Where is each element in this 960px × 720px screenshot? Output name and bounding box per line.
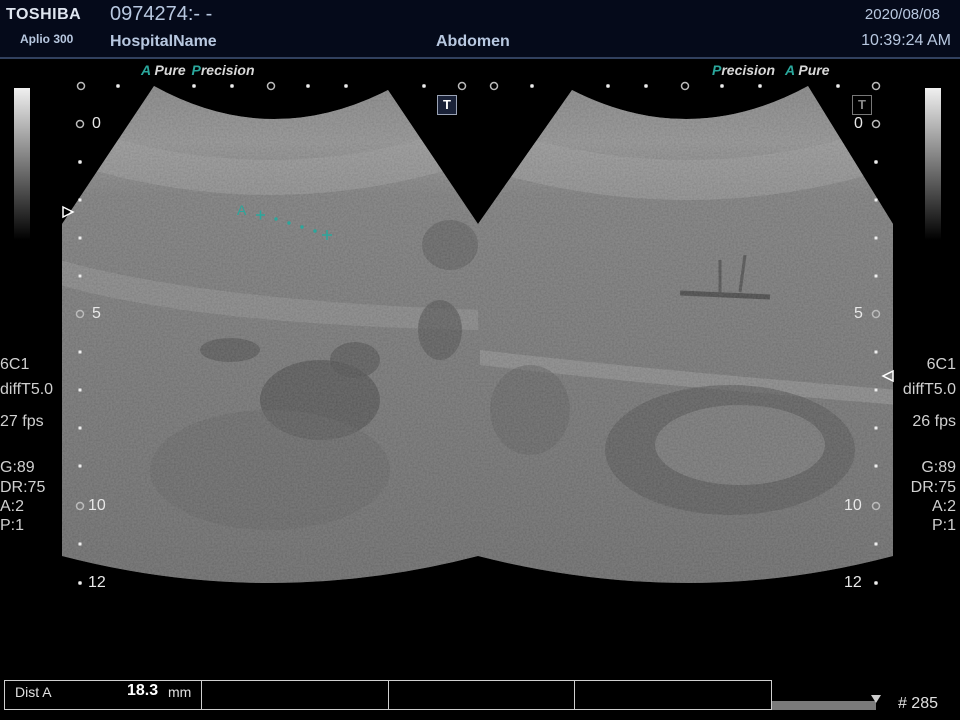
preset-left: diffT5.0	[0, 381, 54, 398]
measurement-table: Dist A 18.3 mm	[4, 680, 772, 710]
cine-position-marker[interactable]	[871, 695, 881, 703]
probe-left: 6C1	[0, 356, 30, 373]
badge-a-letter: A	[141, 62, 151, 78]
a-param-left: A:2	[0, 498, 25, 515]
cine-scrollbar[interactable]	[772, 701, 876, 710]
measurement-cell-empty[interactable]	[575, 681, 771, 709]
pure-precision-badge-left: A Pure Precision	[141, 62, 255, 78]
pure-precision-badge-right: Precision A Pure	[712, 62, 830, 78]
frame-rate-left: 27 fps	[0, 413, 44, 430]
depth-label-12-left: 12	[88, 574, 106, 591]
measurement-cell-dist-a[interactable]: Dist A 18.3 mm	[5, 681, 202, 709]
depth-label-5-left: 5	[92, 305, 101, 322]
badge-pure-text: Pure	[798, 62, 830, 78]
p-param-left: P:1	[0, 517, 25, 534]
ultrasound-image-area	[62, 81, 894, 585]
badge-pure-text: Pure	[154, 62, 186, 78]
inactive-image-t-icon[interactable]: T	[852, 95, 872, 115]
measurement-label: Dist A	[15, 684, 52, 700]
gain-left: G:89	[0, 459, 35, 476]
probe-right: 6C1	[926, 356, 956, 373]
measurement-unit: mm	[168, 684, 192, 700]
measurement-cell-empty[interactable]	[202, 681, 389, 709]
depth-label-5-right: 5	[854, 305, 863, 322]
dynamic-range-left: DR:75	[0, 479, 46, 496]
preset-right: diffT5.0	[902, 381, 956, 398]
grayscale-bar-left	[14, 88, 30, 240]
frame-rate-right: 26 fps	[912, 413, 956, 430]
top-scale-right	[489, 81, 881, 91]
badge-precision-text: recision	[200, 62, 255, 78]
depth-label-10-left: 10	[88, 497, 106, 514]
top-scale-left	[76, 81, 467, 91]
caliper-marker-label: A	[237, 202, 247, 218]
badge-p-letter: P	[191, 62, 201, 78]
measurement-value: 18.3	[127, 682, 159, 699]
badge-p-letter: P	[712, 62, 722, 78]
badge-a-letter: A	[784, 62, 795, 78]
dynamic-range-right: DR:75	[910, 479, 956, 496]
depth-label-10-right: 10	[844, 497, 862, 514]
measurement-cell-empty[interactable]	[389, 681, 576, 709]
depth-label-12-right: 12	[844, 574, 862, 591]
gain-right: G:89	[921, 459, 956, 476]
depth-label-0-right: 0	[854, 115, 863, 132]
p-param-right: P:1	[931, 517, 956, 534]
a-param-right: A:2	[931, 498, 956, 515]
frame-counter: # 285	[897, 695, 938, 712]
grayscale-bar-right	[925, 88, 941, 240]
badge-precision-text: recision	[721, 62, 776, 78]
depth-label-0-left: 0	[92, 115, 101, 132]
left-sector-image	[62, 86, 478, 583]
right-sector-image	[478, 86, 893, 583]
active-image-t-icon[interactable]: T	[437, 95, 457, 115]
